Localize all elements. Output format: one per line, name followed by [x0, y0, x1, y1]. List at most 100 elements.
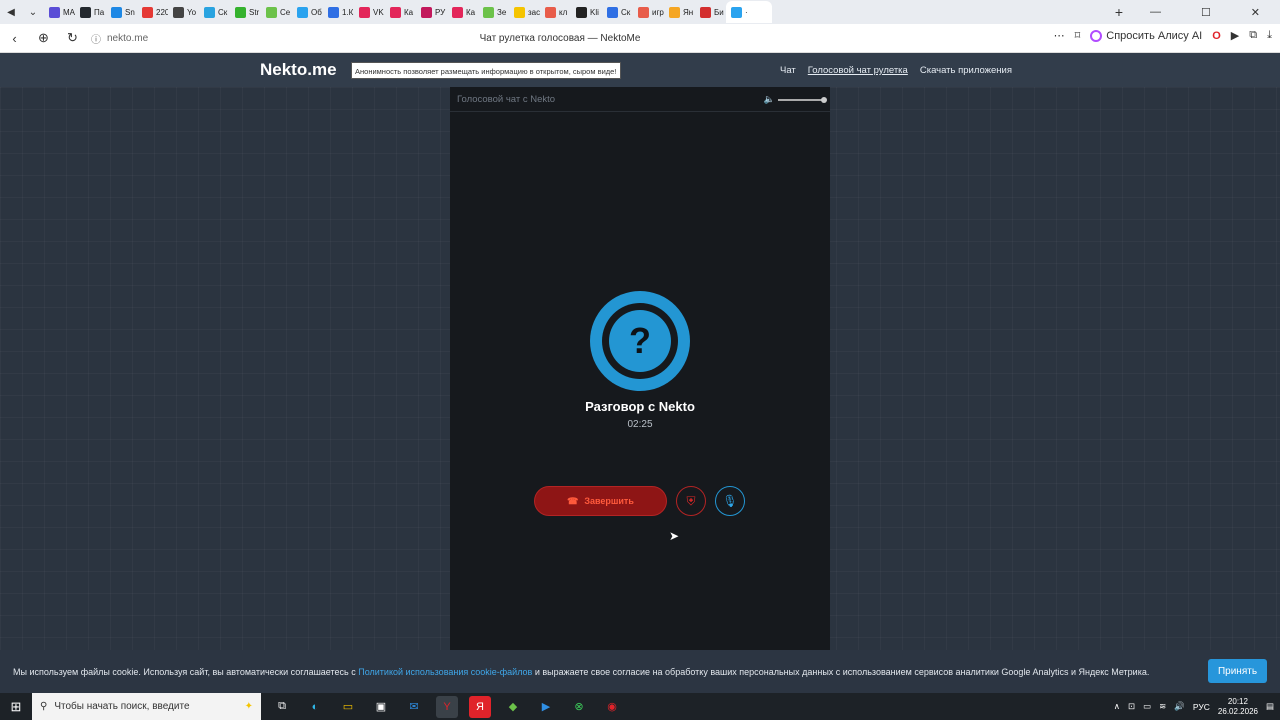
- site-info-icon[interactable]: ⓘ: [91, 31, 101, 46]
- record-icon[interactable]: ◉: [601, 696, 623, 718]
- yandex-browser-icon[interactable]: Y: [436, 695, 458, 718]
- xbox-icon[interactable]: ⊗: [568, 696, 590, 718]
- store-icon[interactable]: ▣: [370, 696, 392, 718]
- browser-tab[interactable]: Ск: [199, 1, 230, 23]
- voice-chat-panel: Голосовой чат с Nekto 🔈 ? Разговор с Nek…: [450, 87, 830, 650]
- tab-label: Ка: [466, 7, 476, 17]
- media-player-icon[interactable]: ▶: [535, 696, 557, 718]
- reload-icon[interactable]: ↻: [58, 30, 87, 46]
- volume-thumb[interactable]: [821, 96, 827, 103]
- browser-tab[interactable]: VK: [354, 1, 385, 23]
- tab-favicon-icon: [173, 6, 184, 18]
- explorer-icon[interactable]: ▭: [337, 696, 359, 718]
- accept-cookies-button[interactable]: Принять: [1208, 659, 1267, 683]
- browser-tab[interactable]: Ян: [664, 1, 695, 23]
- maximize-icon[interactable]: ☐: [1201, 6, 1211, 19]
- tab-favicon-icon: [607, 6, 618, 18]
- end-call-button[interactable]: ☎ Завершить: [534, 486, 667, 516]
- conversation-title: Разговор с Nekto: [585, 399, 695, 414]
- alisa-button[interactable]: Спросить Алису AI: [1090, 29, 1202, 42]
- volume-icon[interactable]: 🔊: [1174, 701, 1185, 712]
- tab-favicon-icon: [669, 6, 680, 18]
- task-view-icon[interactable]: ⧉: [271, 696, 293, 718]
- windows-start-icon[interactable]: ⊞: [0, 693, 32, 720]
- browser-tab[interactable]: Би: [695, 1, 726, 23]
- window-controls: — ☐ ✕: [1130, 6, 1280, 19]
- mail-icon[interactable]: ✉: [403, 696, 425, 718]
- extensions-icon[interactable]: ⧉: [1249, 29, 1257, 42]
- browser-tab[interactable]: Kli: [571, 1, 602, 23]
- tab-favicon-icon: [576, 6, 587, 18]
- site-logo[interactable]: Nekto.me: [260, 60, 337, 80]
- minimize-icon[interactable]: —: [1150, 6, 1161, 19]
- mouse-cursor-icon: ➤: [669, 529, 680, 543]
- tab-favicon-icon: [328, 6, 339, 18]
- close-icon[interactable]: ✕: [1251, 6, 1260, 19]
- browser-tab[interactable]: 220: [137, 1, 168, 23]
- mic-button[interactable]: 🎙: [715, 486, 745, 516]
- language-indicator[interactable]: РУС: [1193, 702, 1210, 712]
- yandex-icon[interactable]: Я: [469, 695, 491, 718]
- wifi-icon[interactable]: ≋: [1159, 701, 1166, 712]
- browser-tab[interactable]: МА: [44, 1, 75, 23]
- call-controls: ☎ Завершить ⛨ 🎙: [534, 486, 745, 516]
- new-tab-button[interactable]: +: [1108, 4, 1130, 20]
- more-icon[interactable]: ⋯: [1054, 29, 1065, 42]
- media-icon[interactable]: ▶: [1231, 29, 1239, 42]
- volume-slider[interactable]: [778, 96, 827, 103]
- volume-control[interactable]: 🔈: [764, 94, 827, 105]
- tab-label: Па: [94, 7, 105, 17]
- report-button[interactable]: ⛨: [676, 486, 706, 516]
- network-icon[interactable]: ⊡: [1128, 701, 1135, 712]
- browser-tab[interactable]: 1.К: [323, 1, 354, 23]
- url-field[interactable]: ⓘ nekto.me: [91, 31, 391, 46]
- tab-favicon-icon: [390, 6, 401, 18]
- browser-tab[interactable]: РУ: [416, 1, 447, 23]
- tab-favicon-icon: [297, 6, 308, 18]
- browser-tab[interactable]: Па: [75, 1, 106, 23]
- browser-tab[interactable]: Str: [230, 1, 261, 23]
- back-icon[interactable]: ‹: [0, 31, 29, 46]
- browser-tab[interactable]: Sn: [106, 1, 137, 23]
- cookie-policy-link[interactable]: Политикой использования cookie-файлов: [358, 667, 532, 677]
- tab-label: Sn: [125, 7, 135, 17]
- cookie-text-after: и выражаете свое согласие на обработку в…: [532, 666, 1150, 677]
- nav-download-apps[interactable]: Скачать приложения: [920, 65, 1012, 76]
- browser-tab[interactable]: Ка: [385, 1, 416, 23]
- system-tray: ∧ ⊡ ▭ ≋ 🔊 РУС 20:12 26.02.2026 ▤: [1114, 693, 1274, 720]
- browser-tab[interactable]: кл: [540, 1, 571, 23]
- battery-icon[interactable]: ▭: [1143, 701, 1151, 712]
- opera-icon[interactable]: O: [1212, 30, 1221, 42]
- taskbar: ⊞ ⚲ Чтобы начать поиск, введите ✦ ⧉ ◐ ▭ …: [0, 693, 1280, 720]
- tab-label: Str: [249, 7, 260, 17]
- clock[interactable]: 20:12 26.02.2026: [1218, 697, 1258, 717]
- tab-favicon-icon: [452, 6, 463, 18]
- tab-label: Се: [280, 7, 291, 17]
- browser-tab[interactable]: Ка: [447, 1, 478, 23]
- browser-tab[interactable]: ·: [726, 1, 772, 23]
- download-icon[interactable]: ⤓: [1267, 29, 1272, 42]
- notifications-icon[interactable]: ▤: [1266, 701, 1274, 712]
- tabs-icon[interactable]: ⊕: [29, 30, 58, 46]
- taskbar-search[interactable]: ⚲ Чтобы начать поиск, введите ✦: [32, 693, 261, 720]
- browser-tab[interactable]: Об: [292, 1, 323, 23]
- tab-favicon-icon: [49, 6, 60, 18]
- tab-audio-icon[interactable]: ◀: [0, 0, 22, 24]
- browser-tab[interactable]: Се: [261, 1, 292, 23]
- bookmark-icon[interactable]: ⌑: [1075, 29, 1081, 42]
- cookie-banner: Мы используем файлы cookie. Используя са…: [0, 650, 1280, 693]
- browser-tab[interactable]: Зе: [478, 1, 509, 23]
- browser-tab[interactable]: Yo: [168, 1, 199, 23]
- browser-tab[interactable]: Ск: [602, 1, 633, 23]
- nav-voice-chat[interactable]: Голосовой чат рулетка: [808, 65, 908, 76]
- tab-label: 1.К: [342, 7, 354, 17]
- app-layers-icon[interactable]: ◆: [502, 696, 524, 718]
- nav-chat[interactable]: Чат: [780, 65, 796, 76]
- tab-favicon-icon: [204, 6, 215, 18]
- edge-icon[interactable]: ◐: [304, 696, 326, 718]
- browser-tab[interactable]: игр: [633, 1, 664, 23]
- tab-list-chevron-icon[interactable]: ⌄: [22, 0, 44, 24]
- tray-chevron-icon[interactable]: ∧: [1114, 701, 1120, 712]
- browser-tab[interactable]: зас: [509, 1, 540, 23]
- tab-label: МА: [63, 7, 75, 17]
